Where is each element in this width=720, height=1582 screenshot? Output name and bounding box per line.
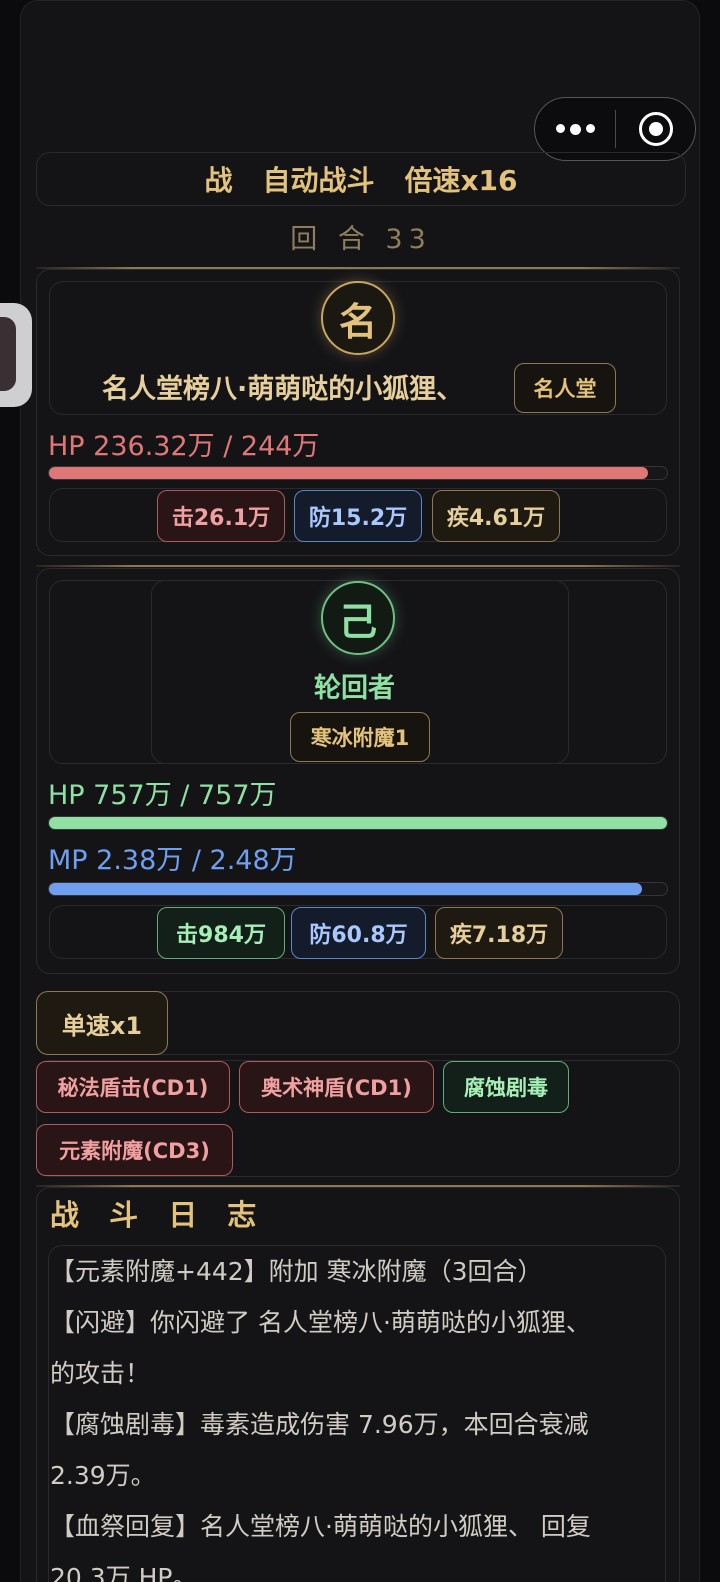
battle-label: 战: [204, 164, 233, 197]
log-line: 2.39万。: [50, 1461, 156, 1490]
player-defense-chip: 防60.8万: [291, 907, 426, 959]
target-close-icon: [638, 112, 673, 146]
enemy-hp-bar: [49, 467, 648, 479]
close-button[interactable]: [616, 98, 695, 160]
log-line: 【血祭回复】名人堂榜八·萌萌哒的小狐狸、 回复: [50, 1512, 591, 1541]
round-counter: 回 合 33: [290, 223, 432, 255]
enemy-hp-text: HP 236.32万 / 244万: [48, 431, 320, 462]
player-attack-chip: 击984万: [157, 907, 285, 959]
battle-log-text: 【元素附魔+442】附加 寒冰附魔（3回合） 【闪避】你闪避了 名人堂榜八·萌萌…: [50, 1246, 660, 1582]
log-line: 【闪避】你闪避了 名人堂榜八·萌萌哒的小狐狸、: [50, 1308, 591, 1337]
enemy-avatar: 名: [321, 281, 395, 355]
enemy-speed-chip: 疾4.61万: [432, 490, 560, 542]
battle-title-bar: 战 自动战斗 倍速x16: [36, 152, 686, 206]
player-avatar: 己: [321, 581, 395, 655]
skill-button[interactable]: 秘法盾击(CD1): [36, 1061, 230, 1113]
speed-label[interactable]: 倍速x16: [405, 159, 518, 199]
single-speed-button[interactable]: 单速x1: [36, 991, 168, 1055]
side-drawer-tab[interactable]: [0, 303, 32, 407]
more-button[interactable]: [535, 98, 615, 160]
player-buff-tag: 寒冰附魔1: [290, 712, 430, 762]
log-line: 【元素附魔+442】附加 寒冰附魔（3回合）: [50, 1257, 543, 1286]
log-line: 【腐蚀剧毒】毒素造成伤害 7.96万，本回合衰减: [50, 1410, 589, 1439]
log-line: 20.3万 HP。: [50, 1563, 198, 1582]
log-line: 的攻击！: [50, 1359, 151, 1388]
player-hp-bar: [49, 817, 667, 829]
player-speed-chip: 疾7.18万: [435, 907, 563, 959]
player-hp-text: HP 757万 / 757万: [48, 780, 277, 811]
player-name: 轮回者: [314, 673, 395, 704]
player-mp-text: MP 2.38万 / 2.48万: [48, 845, 297, 876]
skill-button[interactable]: 元素附魔(CD3): [36, 1124, 233, 1176]
enemy-title-tag: 名人堂: [514, 363, 616, 413]
divider: [36, 565, 680, 567]
enemy-attack-chip: 击26.1万: [157, 490, 285, 542]
skill-button[interactable]: 奥术神盾(CD1): [239, 1061, 434, 1113]
battle-log-title: 战 斗 日 志: [50, 1198, 267, 1232]
auto-battle-label[interactable]: 自动战斗: [262, 159, 374, 199]
player-mp-bar: [49, 883, 642, 895]
more-dots-icon: [555, 123, 595, 135]
skill-button[interactable]: 腐蚀剧毒: [443, 1061, 569, 1113]
enemy-defense-chip: 防15.2万: [294, 490, 422, 542]
enemy-name: 名人堂榜八·萌萌哒的小狐狸、: [102, 374, 464, 405]
